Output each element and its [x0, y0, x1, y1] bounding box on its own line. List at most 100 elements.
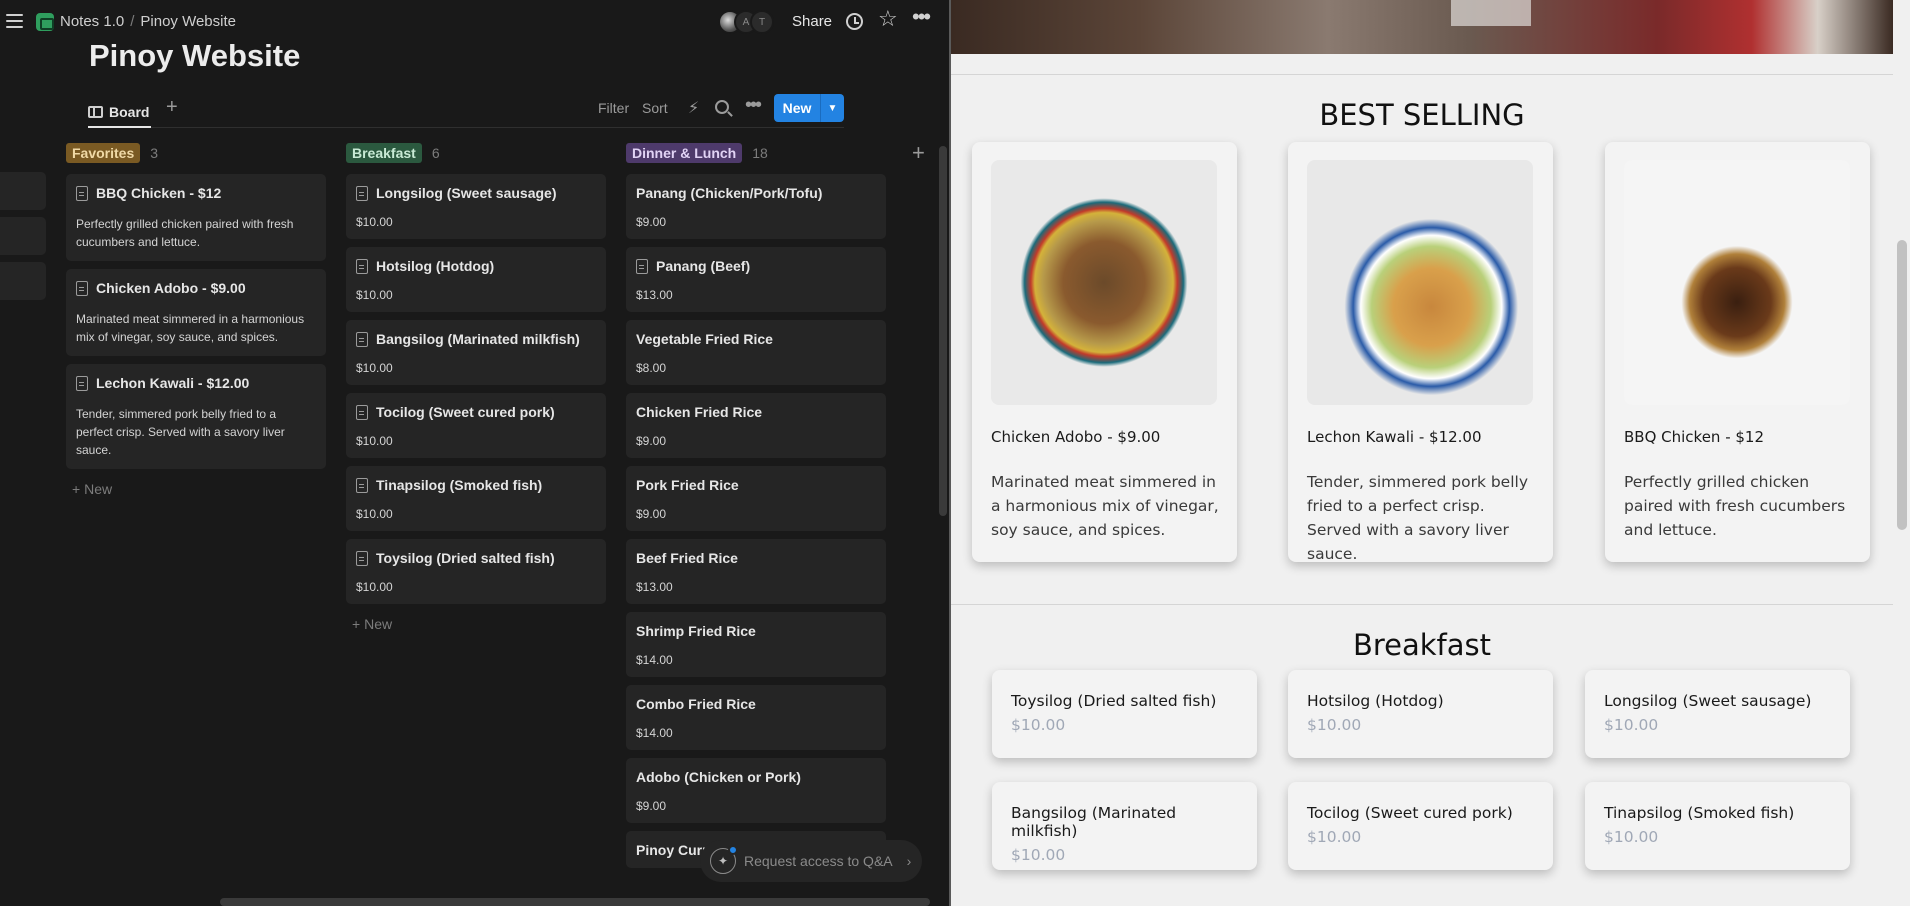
share-button[interactable]: Share	[792, 13, 832, 30]
workspace-icon	[36, 13, 54, 31]
card-price: $9.00	[636, 215, 667, 229]
breakfast-card[interactable]: Hotsilog (Hotdog) $10.00	[1288, 670, 1553, 758]
favorite-star-icon[interactable]: ☆	[878, 8, 898, 30]
board-card[interactable]: Adobo (Chicken or Pork) $9.00	[626, 758, 886, 823]
dish-name: Lechon Kawali - $12.00	[1307, 428, 1482, 446]
card-title: Adobo (Chicken or Pork)	[636, 769, 876, 785]
card-title: Combo Fried Rice	[636, 696, 876, 712]
hidden-column-card[interactable]	[0, 262, 46, 300]
best-selling-title: BEST SELLING	[1319, 98, 1525, 132]
card-title: Pork Fried Rice	[636, 477, 876, 493]
board-card[interactable]: Hotsilog (Hotdog) $10.00	[346, 247, 606, 312]
column-tag: Dinner & Lunch	[626, 143, 743, 163]
board-card[interactable]: Toysilog (Dried salted fish) $10.00	[346, 539, 606, 604]
board-column-breakfast: Breakfast 6 Longsilog (Sweet sausage) $10…	[346, 140, 606, 632]
breadcrumb-page[interactable]: Pinoy Website	[140, 13, 236, 30]
avatar[interactable]: T	[750, 10, 774, 34]
vertical-scrollbar[interactable]	[939, 146, 947, 516]
food-photo	[991, 160, 1217, 405]
add-view-icon[interactable]: +	[166, 96, 178, 119]
page-title[interactable]: Pinoy Website	[89, 38, 300, 74]
dish-name: Toysilog (Dried salted fish)	[1011, 692, 1217, 710]
qa-request-button[interactable]: ✦ Request access to Q&A ›	[700, 840, 922, 882]
board-column-favorites: Favorites 3 BBQ Chicken - $12 Perfectly …	[66, 140, 326, 497]
updates-clock-icon[interactable]	[846, 13, 863, 30]
board-card[interactable]: Tocilog (Sweet cured pork) $10.00	[346, 393, 606, 458]
board-card[interactable]: Beef Fried Rice $13.00	[626, 539, 886, 604]
board-card[interactable]: Vegetable Fried Rice $8.00	[626, 320, 886, 385]
dish-name: BBQ Chicken - $12	[1624, 428, 1765, 446]
more-options-icon[interactable]: •••	[912, 6, 931, 28]
dish-name: Chicken Adobo - $9.00	[991, 428, 1161, 446]
board-card[interactable]: Shrimp Fried Rice $14.00	[626, 612, 886, 677]
card-price: $10.00	[356, 288, 393, 302]
view-more-icon[interactable]: •••	[745, 94, 762, 117]
new-button[interactable]: New ▼	[774, 94, 844, 122]
chevron-down-icon[interactable]: ▼	[820, 94, 844, 122]
breakfast-card[interactable]: Tinapsilog (Smoked fish) $10.00	[1585, 782, 1850, 870]
dish-price: $10.00	[1011, 846, 1066, 864]
notification-dot	[728, 845, 738, 855]
card-title-text: Bangsilog (Marinated milkfish)	[376, 331, 580, 347]
card-title: BBQ Chicken - $12	[76, 185, 316, 201]
filter-button[interactable]: Filter	[598, 100, 629, 116]
column-count: 3	[150, 145, 159, 161]
card-title-text: Adobo (Chicken or Pork)	[636, 769, 801, 785]
breakfast-card[interactable]: Toysilog (Dried salted fish) $10.00	[992, 670, 1257, 758]
dish-price: $10.00	[1604, 828, 1659, 846]
hidden-column-card[interactable]	[0, 172, 46, 210]
card-price: $14.00	[636, 653, 673, 667]
card-price: $13.00	[636, 288, 673, 302]
card-title: Panang (Beef)	[636, 258, 876, 274]
card-title-text: Vegetable Fried Rice	[636, 331, 773, 347]
horizontal-scrollbar[interactable]	[220, 898, 930, 906]
board-card[interactable]: Combo Fried Rice $14.00	[626, 685, 886, 750]
automation-bolt-icon[interactable]: ⚡	[688, 98, 699, 118]
best-selling-card[interactable]: Lechon Kawali - $12.00 Tender, simmered …	[1288, 142, 1553, 563]
card-price: $10.00	[356, 507, 393, 521]
add-card-button[interactable]: + New	[66, 481, 326, 497]
board-card[interactable]: BBQ Chicken - $12 Perfectly grilled chic…	[66, 174, 326, 261]
board-card[interactable]: Chicken Adobo - $9.00 Marinated meat sim…	[66, 269, 326, 356]
card-title: Vegetable Fried Rice	[636, 331, 876, 347]
dish-name: Longsilog (Sweet sausage)	[1604, 692, 1812, 710]
board-card[interactable]: Chicken Fried Rice $9.00	[626, 393, 886, 458]
card-price: $14.00	[636, 726, 673, 740]
board-card[interactable]: Lechon Kawali - $12.00 Tender, simmered …	[66, 364, 326, 469]
menu-icon[interactable]	[6, 14, 23, 28]
search-icon[interactable]	[715, 100, 729, 114]
board-card[interactable]: Bangsilog (Marinated milkfish) $10.00	[346, 320, 606, 385]
breakfast-card[interactable]: Tocilog (Sweet cured pork) $10.00	[1288, 782, 1553, 870]
column-header[interactable]: Breakfast 6	[346, 140, 606, 166]
hidden-column-card[interactable]	[0, 217, 46, 255]
breakfast-card[interactable]: Longsilog (Sweet sausage) $10.00	[1585, 670, 1850, 758]
qa-label: Request access to Q&A	[744, 853, 893, 869]
board-card[interactable]: Pork Fried Rice $9.00	[626, 466, 886, 531]
board-card[interactable]: Tinapsilog (Smoked fish) $10.00	[346, 466, 606, 531]
card-title: Lechon Kawali - $12.00	[76, 375, 316, 391]
page-scrollbar[interactable]	[1897, 240, 1907, 530]
breadcrumb-workspace[interactable]: Notes 1.0	[60, 13, 124, 30]
breakfast-card[interactable]: Bangsilog (Marinated milkfish) $10.00	[992, 782, 1257, 870]
board-card[interactable]: Panang (Chicken/Pork/Tofu) $9.00	[626, 174, 886, 239]
card-title: Longsilog (Sweet sausage)	[356, 185, 596, 201]
add-group-icon[interactable]: +	[912, 140, 925, 166]
sort-button[interactable]: Sort	[642, 100, 668, 116]
page-icon	[356, 477, 368, 493]
best-selling-card[interactable]: Chicken Adobo - $9.00 Marinated meat sim…	[972, 142, 1237, 562]
breadcrumb-separator: /	[130, 13, 135, 30]
collaborator-avatars[interactable]: A T	[718, 10, 774, 34]
column-header[interactable]: Favorites 3	[66, 140, 326, 166]
card-description: Perfectly grilled chicken paired with fr…	[76, 217, 294, 249]
add-card-button[interactable]: + New	[346, 616, 606, 632]
card-price: $8.00	[636, 361, 667, 375]
best-selling-card[interactable]: BBQ Chicken - $12 Perfectly grilled chic…	[1605, 142, 1870, 562]
page-icon	[76, 375, 88, 391]
page-icon	[76, 185, 88, 201]
add-card-label: New	[84, 481, 113, 497]
board-card[interactable]: Panang (Beef) $13.00	[626, 247, 886, 312]
column-header[interactable]: Dinner & Lunch 18	[626, 140, 886, 166]
dish-price: $10.00	[1307, 716, 1362, 734]
tab-board[interactable]: Board	[88, 98, 152, 128]
board-card[interactable]: Longsilog (Sweet sausage) $10.00	[346, 174, 606, 239]
